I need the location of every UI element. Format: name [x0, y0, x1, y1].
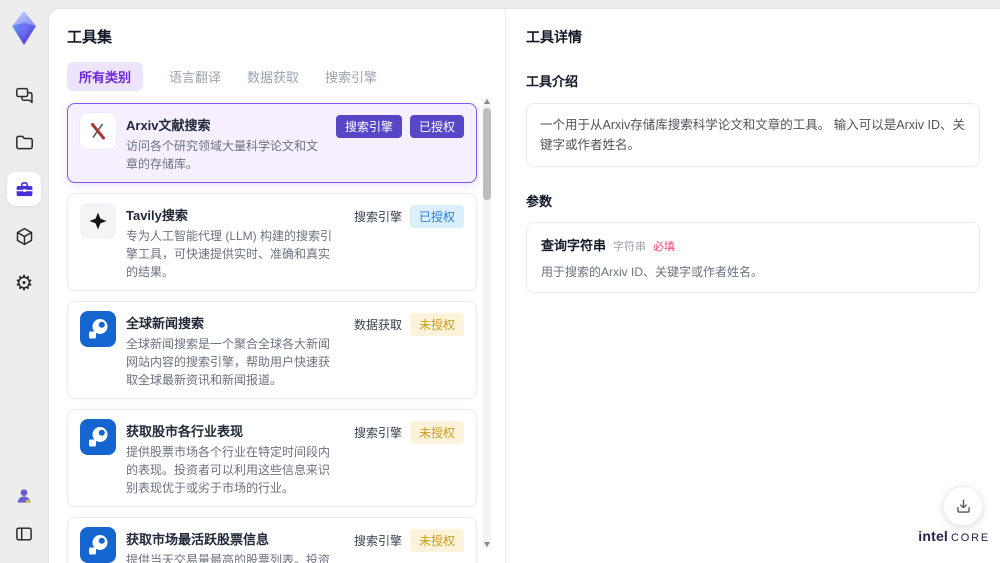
tool-list-scrollbar[interactable] — [483, 97, 491, 549]
tool-card-tavily[interactable]: Tavily搜索 专为人工智能代理 (LLM) 构建的搜索引擎工具，可快速提供实… — [67, 193, 477, 291]
app-sidebar: ⚙ — [0, 0, 48, 563]
tool-name: 获取股市各行业表现 — [126, 424, 244, 439]
tool-card-global-news[interactable]: 全球新闻搜索 全球新闻搜索是一个聚合全球各大新闻网站内容的搜索引擎，帮助用户快速… — [67, 301, 477, 399]
tool-description: 访问各个研究领域大量科学论文和文章的存储库。 — [126, 139, 319, 171]
tool-description: 全球新闻搜索是一个聚合全球各大新闻网站内容的搜索引擎，帮助用户快速获取全球最新资… — [126, 337, 331, 387]
toolset-title: 工具集 — [67, 29, 113, 46]
sidebar-item-plugins[interactable] — [7, 219, 41, 253]
arxiv-logo-icon — [80, 113, 116, 149]
category-label: 搜索引擎 — [353, 210, 402, 224]
tab-language-translation[interactable]: 语言翻译 — [169, 62, 221, 91]
auth-status-badge: 未授权 — [409, 421, 464, 444]
user-icon — [14, 486, 34, 506]
main-content: 工具集 所有类别 语言翻译 数据获取 搜索引擎 Arxiv文献搜索 访问各个研究… — [48, 8, 1000, 563]
auth-status-badge: 未授权 — [409, 313, 464, 336]
tool-card-active-stocks[interactable]: 获取市场最活跃股票信息 提供当天交易量最高的股票列表。投资者可以利用这些信息来识… — [67, 517, 477, 563]
param-description: 用于搜索的Arxiv ID、关键字或作者姓名。 — [541, 265, 764, 279]
toolbox-icon — [14, 179, 35, 200]
download-button[interactable] — [943, 486, 983, 526]
tool-name: Arxiv文献搜索 — [126, 118, 211, 133]
tavily-star-icon — [80, 203, 116, 239]
sidebar-item-chat[interactable] — [7, 78, 41, 112]
sidebar-item-settings[interactable]: ⚙ — [7, 266, 41, 300]
tool-intro-box: 一个用于从Arxiv存储库搜索科学论文和文章的工具。 输入可以是Arxiv ID… — [526, 103, 980, 167]
category-label: 搜索引擎 — [353, 534, 402, 548]
gear-icon: ⚙ — [14, 271, 34, 295]
brand-core-text: core — [951, 532, 990, 544]
params-heading: 参数 — [526, 194, 553, 209]
details-title: 工具详情 — [526, 29, 582, 45]
toolset-panel: 工具集 所有类别 语言翻译 数据获取 搜索引擎 Arxiv文献搜索 访问各个研究… — [49, 9, 504, 563]
sidebar-item-tools[interactable] — [7, 172, 41, 206]
stock-api-logo-icon — [80, 419, 116, 455]
collapse-panel-button[interactable] — [7, 517, 41, 551]
folder-icon — [14, 132, 35, 153]
param-required-badge: 必填 — [653, 241, 676, 253]
scroll-up-icon[interactable] — [484, 99, 490, 104]
category-label: 搜索引擎 — [353, 426, 402, 440]
panel-toggle-icon — [14, 524, 34, 544]
tool-card-stock-industry[interactable]: 获取股市各行业表现 提供股票市场各个行业在特定时间段内的表现。投资者可以利用这些… — [67, 409, 477, 507]
tool-details-panel: 工具详情 工具介绍 一个用于从Arxiv存储库搜索科学论文和文章的工具。 输入可… — [505, 9, 1000, 563]
stock-api-logo-icon — [80, 527, 116, 563]
param-name: 查询字符串 — [541, 238, 607, 253]
download-icon — [954, 497, 973, 516]
tool-description: 提供当天交易量最高的股票列表。投资者可以利用这些信息来识别流动性强的股票和潜在的… — [126, 553, 331, 563]
tool-list: Arxiv文献搜索 访问各个研究领域大量科学论文和文章的存储库。 搜索引擎 已授… — [67, 103, 477, 563]
param-type: 字符串 — [613, 241, 647, 253]
auth-status-badge: 未授权 — [409, 529, 464, 552]
category-tabs: 所有类别 语言翻译 数据获取 搜索引擎 — [67, 62, 504, 91]
tool-name: 获取市场最活跃股票信息 — [126, 532, 270, 547]
tool-intro-text: 一个用于从Arxiv存储库搜索科学论文和文章的工具。 输入可以是Arxiv ID… — [540, 118, 966, 152]
brand-intel-text: intel — [918, 528, 949, 544]
scrollbar-thumb[interactable] — [483, 108, 491, 200]
tab-search-engine[interactable]: 搜索引擎 — [325, 62, 377, 91]
auth-status-badge: 已授权 — [409, 205, 464, 228]
tool-description: 提供股票市场各个行业在特定时间段内的表现。投资者可以利用这些信息来识别表现优于或… — [126, 445, 331, 495]
cube-icon — [14, 226, 35, 247]
parameter-box: 查询字符串 字符串 必填 用于搜索的Arxiv ID、关键字或作者姓名。 — [526, 222, 980, 293]
sidebar-item-files[interactable] — [7, 125, 41, 159]
intel-core-logo: intel core — [918, 528, 990, 544]
category-badge: 搜索引擎 — [335, 115, 402, 138]
tool-name: Tavily搜索 — [126, 208, 188, 223]
category-label: 数据获取 — [353, 318, 402, 332]
auth-status-badge: 已授权 — [409, 115, 464, 138]
tab-data-fetch[interactable]: 数据获取 — [247, 62, 299, 91]
app-logo-gem-icon — [5, 8, 43, 48]
global-news-logo-icon — [80, 311, 116, 347]
tool-name: 全球新闻搜索 — [126, 316, 205, 331]
user-profile-button[interactable] — [7, 479, 41, 513]
tab-all-categories[interactable]: 所有类别 — [67, 62, 144, 91]
tool-description: 专为人工智能代理 (LLM) 构建的搜索引擎工具，可快速提供实时、准确和真实的结… — [126, 229, 333, 279]
intro-heading: 工具介绍 — [526, 74, 579, 89]
chat-icon — [14, 85, 35, 106]
scroll-down-icon[interactable] — [484, 542, 490, 547]
tool-card-arxiv[interactable]: Arxiv文献搜索 访问各个研究领域大量科学论文和文章的存储库。 搜索引擎 已授… — [67, 103, 477, 183]
